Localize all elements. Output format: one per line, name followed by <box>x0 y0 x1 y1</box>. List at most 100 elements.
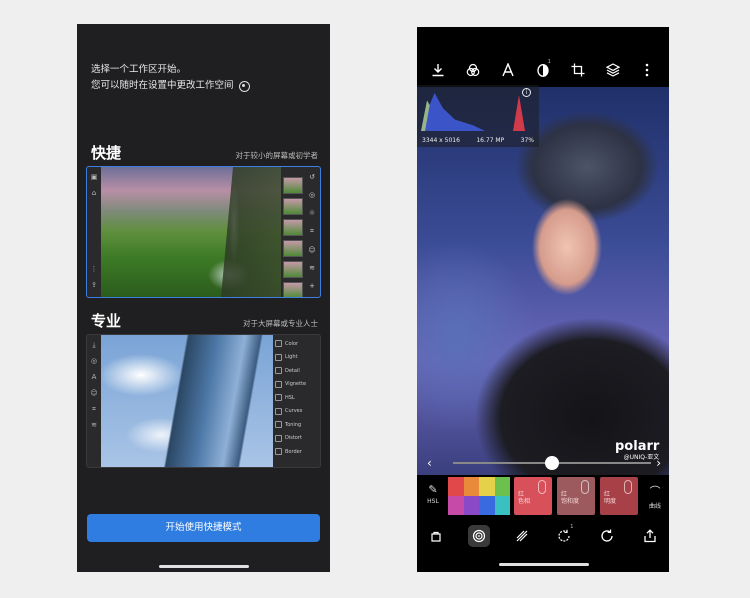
filter-icon: ◎ <box>90 357 98 365</box>
curves-label: 曲线 <box>648 503 661 510</box>
pro-adjust-panel: Color Light Detail Vignette HSL Curves T… <box>275 339 318 463</box>
panel-item: Curves <box>275 407 318 417</box>
hsl-panel: ✎ HSL 红 色相 红 饱和度 红 明度 ⌒ 曲线 <box>417 475 669 517</box>
more-menu-icon[interactable] <box>636 59 658 81</box>
bag-icon[interactable] <box>425 525 447 547</box>
download-icon[interactable] <box>427 59 449 81</box>
info-icon[interactable]: i <box>522 88 531 97</box>
layers-icon[interactable] <box>602 59 624 81</box>
quick-left-toolbar: ▣ ⌂ ⋮ ⇪ <box>88 167 100 297</box>
waterfall-preview-image <box>101 167 281 297</box>
settings-icon <box>238 80 250 92</box>
hsl-tool[interactable]: ✎ HSL <box>423 483 443 505</box>
editor-top-toolbar: 1 <box>417 57 669 83</box>
text-icon[interactable] <box>497 59 519 81</box>
panel-item: HSL <box>275 393 318 403</box>
curve-icon: ⌒ <box>649 485 661 498</box>
swatch-type-label: 饱和度 <box>561 498 580 505</box>
undo-icon[interactable] <box>596 525 618 547</box>
palette-color[interactable] <box>463 477 479 496</box>
image-icon: ▣ <box>90 173 98 181</box>
adjust-slider-row: ‹ › <box>417 455 669 471</box>
layers-icon: ≋ <box>309 264 315 272</box>
value-indicator <box>624 480 632 494</box>
workspace-select-screen: 选择一个工作区开始。 您可以随时在设置中更改工作空间 快捷 对于较小的屏幕或初学… <box>77 24 330 572</box>
filter-thumb <box>283 198 303 215</box>
home-indicator[interactable] <box>499 563 589 566</box>
intro-line-2-text: 您可以随时在设置中更改工作空间 <box>91 80 234 91</box>
filter-thumb <box>283 177 303 194</box>
bag-icon: ⌂ <box>91 189 97 197</box>
filter-thumb <box>283 240 303 257</box>
building-preview-image <box>101 335 273 467</box>
palette-color[interactable] <box>463 496 479 515</box>
palette-color[interactable] <box>479 477 495 496</box>
histogram-overlay: i 3344 x 5016 16.77 MP 37% <box>417 85 539 147</box>
swatch-color-label: 红 <box>518 491 525 498</box>
color-palette[interactable] <box>448 477 510 515</box>
filter-thumb <box>283 282 303 297</box>
intro-text: 选择一个工作区开始。 您可以随时在设置中更改工作空间 <box>91 62 250 94</box>
hue-swatch[interactable]: 红 色相 <box>514 477 552 515</box>
intro-line-1: 选择一个工作区开始。 <box>91 64 187 75</box>
filter-icon[interactable] <box>462 59 484 81</box>
filter-icon: ◎ <box>308 191 316 199</box>
slash-tool-icon[interactable] <box>511 525 533 547</box>
panel-item: Border <box>275 447 318 457</box>
more-icon: ⋮ <box>90 265 98 273</box>
swatch-type-label: 明度 <box>604 498 617 505</box>
palette-color[interactable] <box>448 477 464 496</box>
filter-thumb <box>283 219 303 236</box>
swatch-color-label: 红 <box>604 491 611 498</box>
curves-tool[interactable]: ⌒ 曲线 <box>645 483 665 510</box>
face-icon: ☺ <box>308 246 316 254</box>
image-info: 3344 x 5016 16.77 MP 37% <box>417 137 539 144</box>
history-icon[interactable]: 1 <box>553 524 575 547</box>
pro-left-toolbar: ⤓ ◎ A ☺ ⌗ ≋ <box>88 335 100 467</box>
face-icon[interactable]: 1 <box>532 59 554 81</box>
palette-color[interactable] <box>479 496 495 515</box>
image-dimensions: 3344 x 5016 <box>422 137 460 144</box>
face-badge: 1 <box>547 59 551 65</box>
swirl-tool-icon[interactable] <box>467 525 490 547</box>
panel-item: Toning <box>275 420 318 430</box>
face-icon: ☺ <box>90 389 98 397</box>
pro-mode-card[interactable]: ⤓ ◎ A ☺ ⌗ ≋ Color Light Detail Vignette … <box>86 334 321 468</box>
start-quick-mode-button[interactable]: 开始使用快捷模式 <box>87 514 320 542</box>
pro-mode-subtitle: 对于大屏幕或专业人士 <box>243 319 318 328</box>
chevron-left-icon[interactable]: ‹ <box>427 455 432 471</box>
lightness-swatch[interactable]: 红 明度 <box>600 477 638 515</box>
pro-mode-header: 专业 对于大屏幕或专业人士 <box>91 310 318 331</box>
zoom-level: 37% <box>520 137 534 144</box>
palette-color[interactable] <box>448 496 464 515</box>
swatch-type-label: 色相 <box>518 498 531 505</box>
value-indicator <box>538 480 546 494</box>
quick-mode-card[interactable]: ▣ ⌂ ⋮ ⇪ ↺ ◎ ☼ ⌗ ☺ ≋ + <box>86 166 321 298</box>
intro-line-2: 您可以随时在设置中更改工作空间 <box>91 78 250 94</box>
saturation-swatch[interactable]: 红 饱和度 <box>557 477 595 515</box>
history-badge: 1 <box>570 524 574 530</box>
hsl-label: HSL <box>427 498 439 505</box>
download-icon: ⤓ <box>92 341 96 349</box>
crop-icon: ⌗ <box>92 405 96 413</box>
text-icon: A <box>91 373 97 381</box>
panel-item: Light <box>275 353 318 363</box>
quick-right-toolbar: ↺ ◎ ☼ ⌗ ☺ ≋ + <box>306 173 318 290</box>
panel-item: Color <box>275 339 318 349</box>
editor-bottom-toolbar: 1 <box>417 523 669 549</box>
layers-icon: ≋ <box>91 421 97 429</box>
filter-thumb <box>283 261 303 278</box>
panel-item: Distort <box>275 434 318 444</box>
slider-handle[interactable] <box>545 456 559 470</box>
palette-color[interactable] <box>494 477 510 496</box>
adjust-icon: ☼ <box>308 209 316 217</box>
chevron-right-icon[interactable]: › <box>656 455 661 471</box>
share-icon[interactable] <box>639 525 661 547</box>
home-indicator[interactable] <box>159 565 249 568</box>
palette-color[interactable] <box>494 496 510 515</box>
swatch-color-label: 红 <box>561 491 568 498</box>
value-indicator <box>581 480 589 494</box>
undo-icon: ↺ <box>309 173 315 181</box>
filter-filmstrip <box>283 177 303 297</box>
crop-icon[interactable] <box>567 59 589 81</box>
